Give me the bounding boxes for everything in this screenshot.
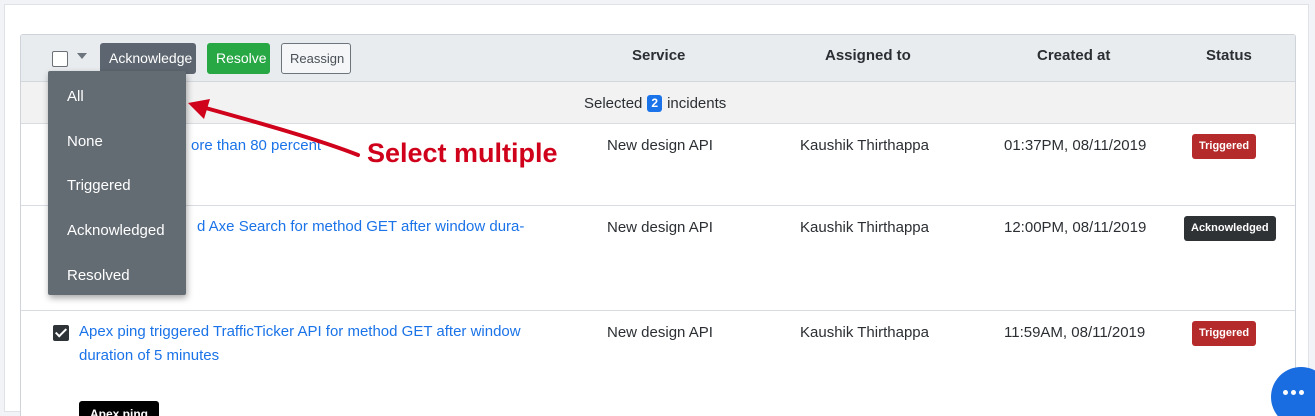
created-at-cell: 11:59AM, 08/11/2019 [1004, 324, 1146, 341]
resolve-button[interactable]: Resolve [207, 43, 270, 74]
chat-dot-icon [1291, 390, 1296, 395]
status-badge: Triggered [1192, 321, 1257, 346]
column-header-assigned-to[interactable]: Assigned to [825, 47, 911, 64]
acknowledge-button[interactable]: Acknowledge [100, 43, 196, 74]
selection-suffix: incidents [667, 95, 727, 112]
created-at-cell: 01:37PM, 08/11/2019 [1004, 137, 1147, 154]
annotation-arrow-icon [188, 99, 360, 157]
reassign-button[interactable]: Reassign [281, 43, 351, 74]
selection-summary: Selected 2 incidents [584, 95, 726, 112]
service-cell: New design API [607, 137, 713, 154]
chat-dot-icon [1283, 390, 1288, 395]
incident-title-link[interactable]: Apex ping triggered TrafficTicker API fo… [79, 320, 521, 368]
incident-title-link[interactable]: d Axe Search for method GET after window… [197, 215, 524, 239]
created-at-cell: 12:00PM, 08/11/2019 [1004, 219, 1147, 236]
service-cell: New design API [607, 324, 713, 341]
column-header-status[interactable]: Status [1206, 47, 1252, 64]
incident-panel: Acknowledge Resolve Reassign Service Ass… [4, 4, 1309, 416]
assignee-cell: Kaushik Thirthappa [800, 137, 929, 154]
select-all-checkbox[interactable] [52, 51, 68, 67]
annotation-label: Select multiple [367, 138, 558, 168]
dropdown-item-acknowledged[interactable]: Acknowledged [67, 222, 165, 239]
assignee-cell: Kaushik Thirthappa [800, 219, 929, 236]
chat-dot-icon [1299, 390, 1304, 395]
status-badge: Triggered [1192, 134, 1257, 159]
table-header: Acknowledge Resolve Reassign Service Ass… [21, 35, 1295, 82]
dropdown-item-resolved[interactable]: Resolved [67, 267, 130, 284]
row-checkbox[interactable] [53, 325, 69, 341]
select-filter-dropdown: All None Triggered Acknowledged Resolved [48, 71, 186, 295]
column-header-service[interactable]: Service [632, 47, 685, 64]
incident-title-line-2[interactable]: duration of 5 minutes [79, 344, 521, 368]
incident-title-line-1[interactable]: Apex ping triggered TrafficTicker API fo… [79, 320, 521, 344]
assignee-cell: Kaushik Thirthappa [800, 324, 929, 341]
column-header-created-at[interactable]: Created at [1037, 47, 1110, 64]
status-badge: Acknowledged [1184, 216, 1276, 241]
service-cell: New design API [607, 219, 713, 236]
table-row[interactable]: d Axe Search for method GET after window… [21, 206, 1295, 311]
selection-count-badge: 2 [647, 95, 663, 112]
incident-tag[interactable]: Apex ping [79, 401, 160, 416]
selection-prefix: Selected [584, 95, 643, 112]
dropdown-item-none[interactable]: None [67, 133, 103, 150]
chevron-down-icon[interactable] [77, 53, 87, 59]
dropdown-item-all[interactable]: All [67, 88, 84, 105]
incidents-table: Acknowledge Resolve Reassign Service Ass… [20, 34, 1296, 416]
dropdown-item-triggered[interactable]: Triggered [67, 177, 131, 194]
table-row[interactable]: Apex ping triggered TrafficTicker API fo… [21, 311, 1295, 416]
